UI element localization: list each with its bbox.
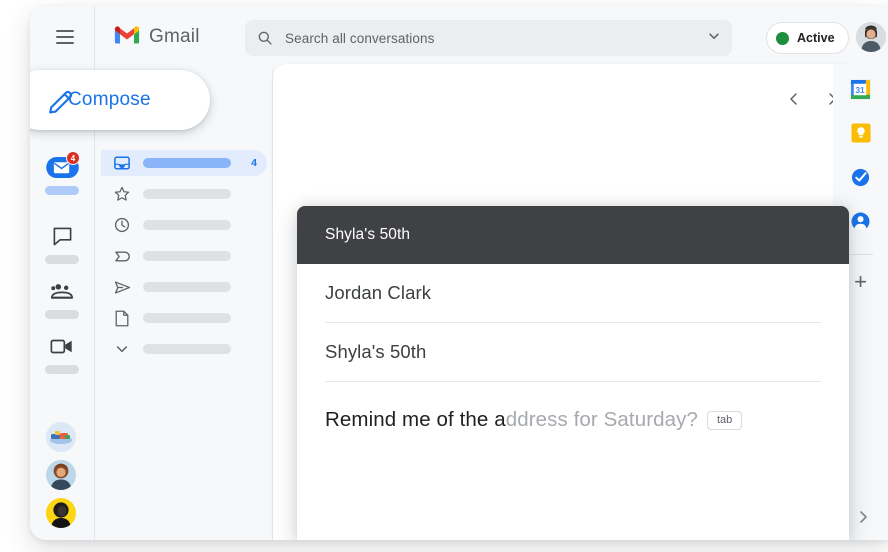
avatar-person-1[interactable]	[46, 460, 76, 490]
folder-label-placeholder	[143, 189, 231, 199]
folder-list: 4	[95, 68, 273, 540]
svg-text:31: 31	[855, 84, 865, 94]
rail-label-placeholder	[45, 186, 79, 195]
mail-unread-badge: 4	[66, 151, 80, 165]
sidebar-item-sent[interactable]	[101, 274, 267, 300]
google-calendar-icon[interactable]: 31	[844, 72, 878, 106]
google-keep-icon[interactable]	[844, 116, 878, 150]
sidebar-item-chat[interactable]	[42, 223, 82, 264]
compose-button[interactable]: Compose	[30, 70, 210, 130]
top-bar: Gmail Search all conversations Active	[30, 6, 888, 68]
send-icon	[113, 280, 131, 295]
pencil-icon	[48, 88, 74, 119]
expand-panel-button[interactable]	[850, 504, 876, 530]
subject-value: Shyla's 50th	[325, 341, 427, 362]
mail-icon: 4	[42, 151, 82, 180]
folder-label-placeholder	[143, 220, 231, 230]
folder-label-placeholder	[143, 282, 231, 292]
recipient-field[interactable]: Jordan Clark	[325, 264, 821, 323]
important-icon	[113, 249, 131, 264]
sidebar-item-drafts[interactable]	[101, 305, 267, 331]
compose-dialog-body: Jordan Clark Shyla's 50th Remind me of t…	[297, 264, 849, 433]
draft-icon	[113, 310, 131, 327]
rail-separator	[848, 254, 873, 255]
smart-compose-suggestion: ddress for Saturday?	[505, 408, 698, 431]
video-camera-icon	[42, 333, 82, 359]
sidebar-item-spaces[interactable]	[42, 278, 82, 319]
inbox-count: 4	[251, 157, 257, 169]
plus-icon: +	[854, 269, 867, 294]
folder-label-placeholder	[143, 344, 231, 354]
gmail-brand[interactable]: Gmail	[114, 6, 200, 68]
sidebar-item-snoozed[interactable]	[101, 212, 267, 238]
compose-label: Compose	[68, 89, 151, 110]
chat-icon	[42, 223, 82, 249]
rail-label-placeholder	[45, 255, 79, 264]
sidebar-item-meet[interactable]	[42, 333, 82, 374]
gmail-logo-icon	[114, 25, 140, 50]
sidebar-item-inbox[interactable]: 4	[101, 150, 267, 176]
rail-label-placeholder	[45, 365, 79, 374]
gmail-wordmark: Gmail	[149, 26, 200, 47]
chevron-down-icon	[113, 342, 131, 356]
sidebar-item-important[interactable]	[101, 243, 267, 269]
hamburger-icon[interactable]	[42, 14, 88, 60]
header-divider	[94, 6, 95, 68]
compose-dialog-header[interactable]: Shyla's 50th	[297, 206, 849, 264]
compose-dialog-title: Shyla's 50th	[325, 226, 411, 243]
typed-text: Remind me of the a	[325, 408, 506, 431]
folder-label-placeholder	[143, 313, 231, 323]
status-label: Active	[797, 31, 835, 45]
message-body-field[interactable]: Remind me of the a ddress for Saturday? …	[325, 382, 821, 433]
google-tasks-icon[interactable]	[844, 160, 878, 194]
avatar-person-2[interactable]	[46, 498, 76, 528]
recipient-value: Jordan Clark	[325, 282, 432, 303]
avatar[interactable]	[856, 22, 886, 52]
subject-field[interactable]: Shyla's 50th	[325, 323, 821, 382]
compose-dialog: Shyla's 50th Jordan Clark Shyla's 50th R…	[297, 206, 849, 540]
folder-label-placeholder	[143, 158, 231, 168]
left-app-rail: 4	[30, 68, 94, 540]
clock-icon	[113, 217, 131, 233]
gmail-app-window: Gmail Search all conversations Active 4 …	[0, 0, 888, 552]
inbox-icon	[113, 155, 131, 171]
avatar-illustration[interactable]	[46, 422, 76, 452]
search-bar[interactable]: Search all conversations	[245, 20, 732, 56]
sidebar-item-more[interactable]	[101, 336, 267, 362]
rail-label-placeholder	[45, 310, 79, 319]
sidebar-item-starred[interactable]	[101, 181, 267, 207]
folder-label-placeholder	[143, 251, 231, 261]
browser-window-card: Gmail Search all conversations Active 4 …	[30, 6, 888, 540]
status-badge[interactable]: Active	[766, 22, 849, 54]
chevron-down-icon[interactable]	[708, 29, 720, 47]
sidebar-item-mail[interactable]: 4	[42, 151, 82, 195]
status-dot-icon	[776, 31, 789, 45]
search-input[interactable]: Search all conversations	[285, 31, 708, 46]
chevron-left-icon[interactable]	[781, 86, 807, 112]
star-icon	[113, 186, 131, 202]
search-icon	[257, 30, 273, 46]
spaces-icon	[42, 278, 82, 304]
tab-key-hint: tab	[707, 411, 743, 430]
rail-avatar-list	[46, 422, 76, 528]
